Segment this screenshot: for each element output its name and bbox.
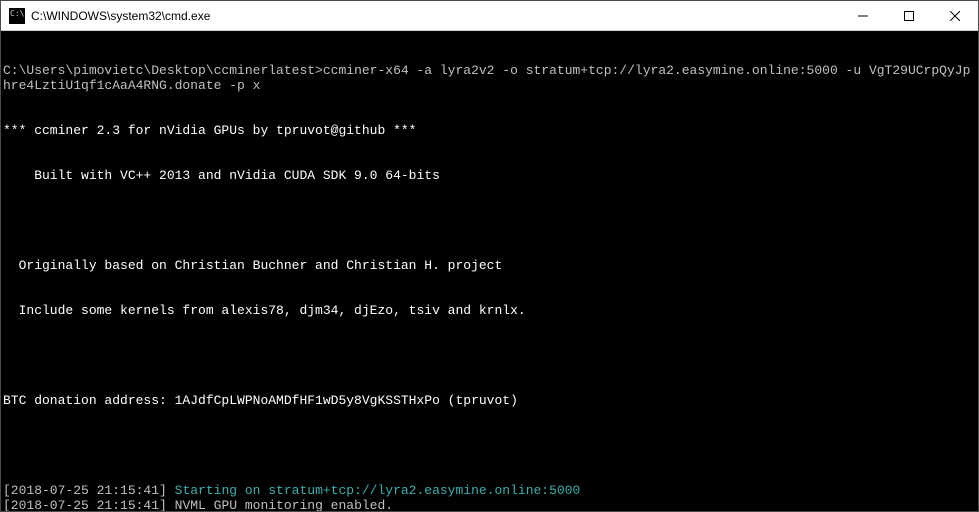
log-timestamp: [2018-07-25 21:15:41] bbox=[3, 483, 175, 498]
terminal-area[interactable]: C:\Users\pimovietc\Desktop\ccminerlatest… bbox=[1, 31, 978, 511]
window-title: C:\WINDOWS\system32\cmd.exe bbox=[31, 9, 840, 23]
blank-line bbox=[3, 438, 978, 453]
titlebar-buttons bbox=[840, 1, 978, 30]
titlebar[interactable]: C:\WINDOWS\system32\cmd.exe bbox=[1, 1, 978, 31]
close-button[interactable] bbox=[932, 1, 978, 30]
header-line: Built with VC++ 2013 and nVidia CUDA SDK… bbox=[3, 168, 978, 183]
maximize-button[interactable] bbox=[886, 1, 932, 30]
header-line: Originally based on Christian Buchner an… bbox=[3, 258, 978, 273]
header-line: *** ccminer 2.3 for nVidia GPUs by tpruv… bbox=[3, 123, 978, 138]
cmd-icon bbox=[9, 8, 25, 24]
header-line: Include some kernels from alexis78, djm3… bbox=[3, 303, 978, 318]
minimize-button[interactable] bbox=[840, 1, 886, 30]
log-timestamp: [2018-07-25 21:15:41] bbox=[3, 498, 175, 511]
command-line: C:\Users\pimovietc\Desktop\ccminerlatest… bbox=[3, 63, 978, 93]
log-message: Starting on stratum+tcp://lyra2.easymine… bbox=[175, 483, 581, 498]
close-icon bbox=[950, 11, 960, 21]
log-line: [2018-07-25 21:15:41] Starting on stratu… bbox=[3, 483, 978, 498]
log-message: NVML GPU monitoring enabled. bbox=[175, 498, 393, 511]
minimize-icon bbox=[858, 11, 868, 21]
log-container: [2018-07-25 21:15:41] Starting on stratu… bbox=[3, 483, 978, 511]
log-line: [2018-07-25 21:15:41] NVML GPU monitorin… bbox=[3, 498, 978, 511]
prompt-path: C:\Users\pimovietc\Desktop\ccminerlatest… bbox=[3, 63, 323, 78]
header-line: BTC donation address: 1AJdfCpLWPNoAMDfHF… bbox=[3, 393, 978, 408]
blank-line bbox=[3, 348, 978, 363]
blank-line bbox=[3, 213, 978, 228]
maximize-icon bbox=[904, 11, 914, 21]
cmd-window: C:\WINDOWS\system32\cmd.exe C:\Users\pim… bbox=[0, 0, 979, 512]
